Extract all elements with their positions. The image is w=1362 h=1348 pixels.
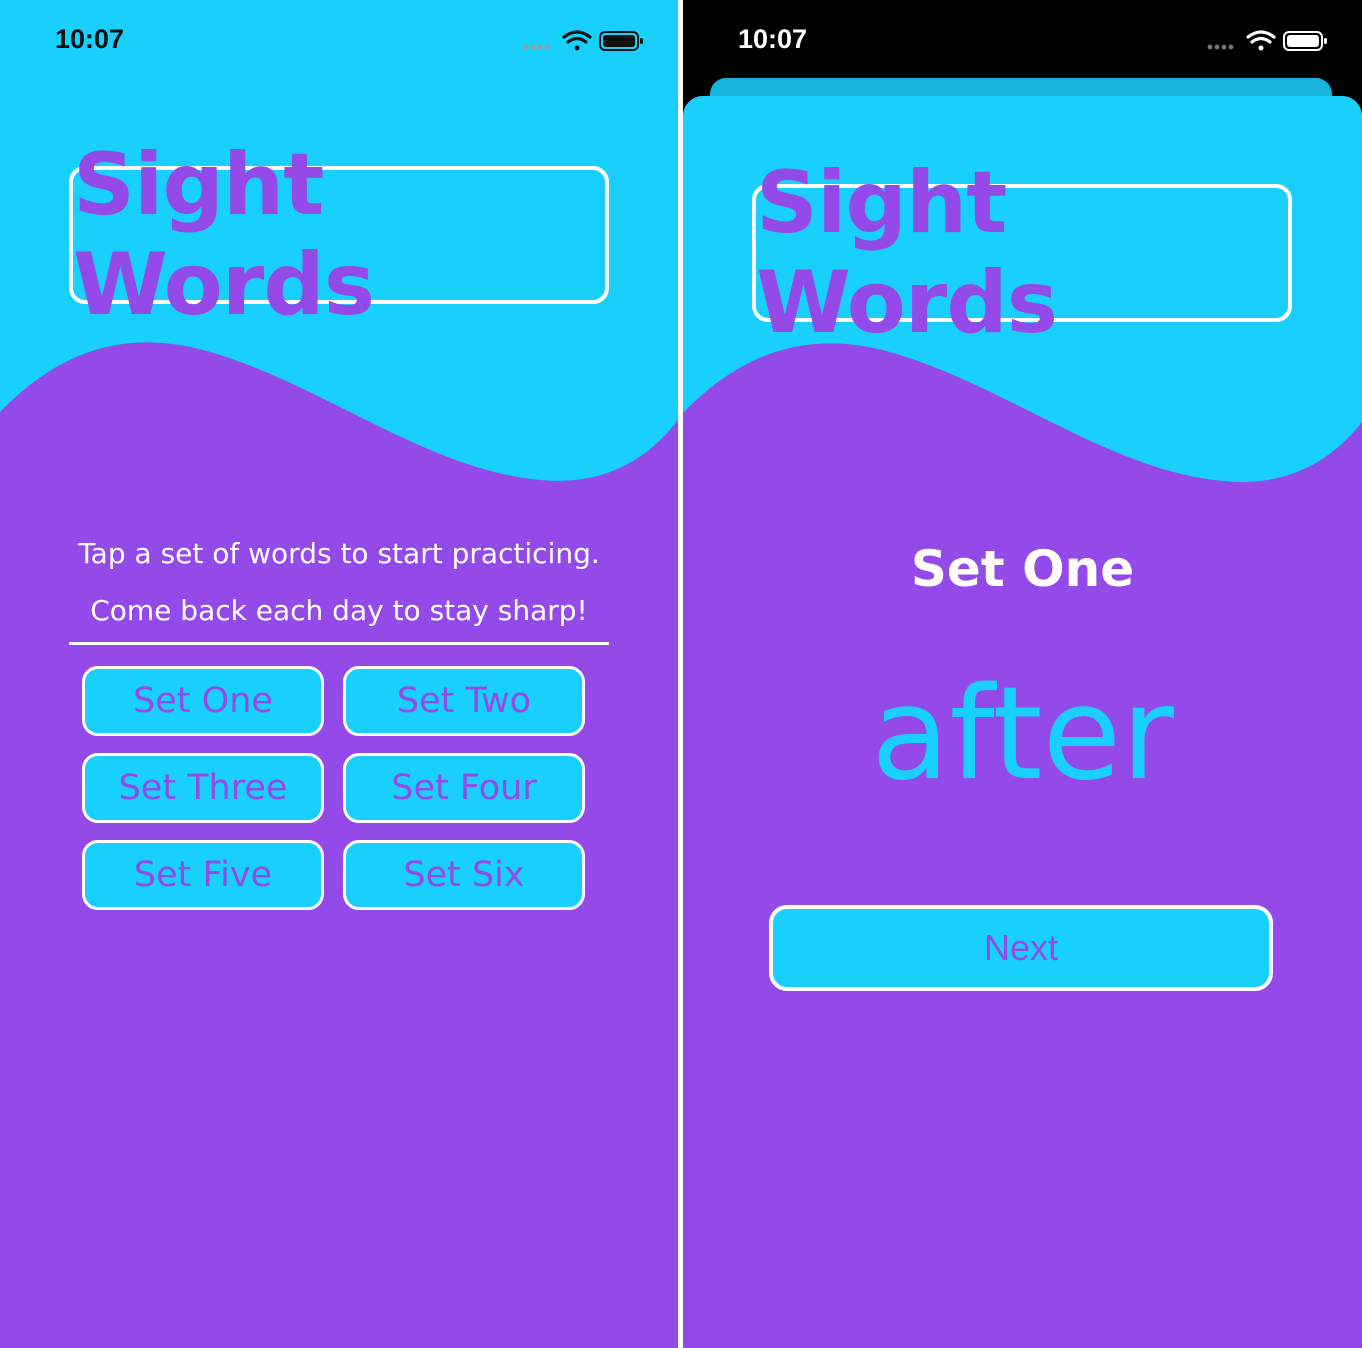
divider-line	[69, 642, 609, 645]
app-title-text: Sight Words	[73, 135, 375, 335]
practice-screen: 10:07 Sight Words Set One after Next	[683, 0, 1362, 1348]
battery-icon	[599, 31, 643, 51]
app-title-text: Sight Words	[756, 153, 1058, 353]
home-screen: 10:07 Sight Words Tap a set of words to …	[0, 0, 678, 1348]
next-button[interactable]: Next	[769, 905, 1273, 991]
status-icons	[523, 30, 643, 51]
wifi-icon	[562, 30, 592, 51]
set-heading: Set One	[910, 540, 1135, 598]
current-word: after	[871, 660, 1174, 809]
signal-dots-icon	[523, 44, 550, 50]
set-six-button[interactable]: Set Six	[343, 840, 585, 910]
app-title: Sight Words	[69, 135, 609, 335]
instructions-line-2: Come back each day to stay sharp!	[90, 594, 588, 627]
set-four-button[interactable]: Set Four	[343, 753, 585, 823]
signal-dots-icon	[1207, 44, 1234, 50]
status-time: 10:07	[738, 24, 808, 54]
set-two-button[interactable]: Set Two	[343, 666, 585, 736]
status-icons	[1207, 30, 1327, 51]
set-one-button[interactable]: Set One	[82, 666, 324, 736]
wifi-icon	[1246, 30, 1276, 51]
set-three-button[interactable]: Set Three	[82, 753, 324, 823]
status-time: 10:07	[55, 24, 125, 54]
battery-icon	[1283, 31, 1327, 51]
status-bar: 10:07	[0, 0, 678, 80]
instructions-line-1: Tap a set of words to start practicing.	[78, 537, 600, 570]
status-bar: 10:07	[683, 0, 1362, 80]
app-title: Sight Words	[752, 153, 1292, 353]
set-five-button[interactable]: Set Five	[82, 840, 324, 910]
